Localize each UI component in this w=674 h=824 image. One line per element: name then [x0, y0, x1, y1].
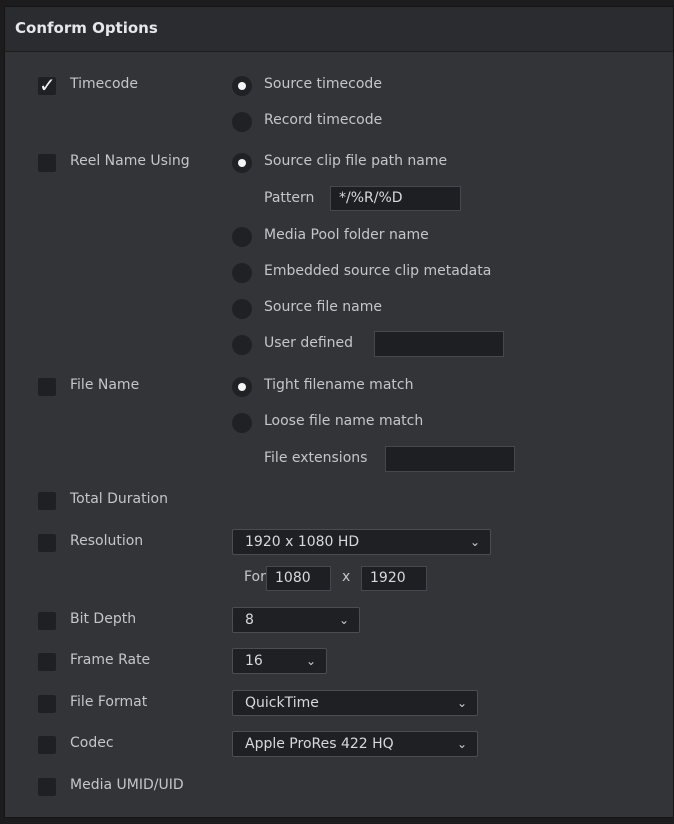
reel-name-checkbox[interactable]: [38, 154, 56, 172]
radio-source-file-name[interactable]: [232, 299, 252, 319]
resolution-checkbox[interactable]: [38, 534, 56, 552]
file-extensions-label: File extensions: [264, 450, 368, 466]
file-name-label: File Name: [70, 377, 140, 393]
resolution-height-input[interactable]: 1080: [266, 566, 331, 591]
timecode-checkbox[interactable]: ✓: [38, 73, 56, 97]
total-duration-checkbox[interactable]: [38, 492, 56, 510]
bit-depth-label: Bit Depth: [70, 611, 137, 627]
checkmark-icon: ✓: [39, 73, 56, 97]
file-format-value: QuickTime: [245, 695, 319, 711]
loose-file-name-match-label: Loose file name match: [264, 413, 424, 429]
chevron-down-icon: ⌄: [469, 535, 480, 549]
radio-source-timecode[interactable]: [232, 76, 252, 96]
radio-media-pool-folder[interactable]: [232, 227, 252, 247]
embedded-metadata-label: Embedded source clip metadata: [264, 263, 492, 279]
bit-depth-dropdown[interactable]: 8 ⌄: [232, 607, 360, 633]
resolution-dropdown[interactable]: 1920 x 1080 HD ⌄: [232, 529, 491, 555]
reel-name-label: Reel Name Using: [70, 153, 190, 169]
source-timecode-label: Source timecode: [264, 76, 382, 92]
chevron-down-icon: ⌄: [338, 613, 349, 627]
frame-rate-label: Frame Rate: [70, 652, 151, 668]
tight-filename-match-label: Tight filename match: [264, 377, 414, 393]
media-umid-label: Media UMID/UID: [70, 777, 184, 793]
file-format-checkbox[interactable]: [38, 695, 56, 713]
frame-rate-checkbox[interactable]: [38, 653, 56, 671]
radio-tight-filename-match[interactable]: [232, 377, 252, 397]
resolution-label: Resolution: [70, 533, 144, 549]
timecode-label: Timecode: [70, 76, 139, 92]
radio-record-timecode[interactable]: [232, 112, 252, 132]
bit-depth-value: 8: [245, 612, 254, 628]
radio-source-clip-file-path[interactable]: [232, 153, 252, 173]
total-duration-label: Total Duration: [70, 491, 168, 507]
media-umid-checkbox[interactable]: [38, 778, 56, 796]
panel-header: Conform Options: [5, 7, 673, 52]
radio-embedded-metadata[interactable]: [232, 263, 252, 283]
record-timecode-label: Record timecode: [264, 112, 383, 128]
file-name-checkbox[interactable]: [38, 378, 56, 396]
codec-value: Apple ProRes 422 HQ: [245, 736, 394, 752]
for-label: For: [244, 569, 266, 585]
radio-loose-file-name-match[interactable]: [232, 413, 252, 433]
user-defined-input[interactable]: [374, 331, 504, 357]
radio-user-defined[interactable]: [232, 335, 252, 355]
source-clip-file-path-label: Source clip file path name: [264, 153, 448, 169]
user-defined-label: User defined: [264, 335, 354, 351]
file-format-dropdown[interactable]: QuickTime ⌄: [232, 690, 478, 716]
file-extensions-input[interactable]: [385, 446, 515, 472]
frame-rate-value: 16: [245, 653, 263, 669]
chevron-down-icon: ⌄: [456, 696, 467, 710]
chevron-down-icon: ⌄: [305, 654, 316, 668]
pattern-label: Pattern: [264, 190, 315, 206]
chevron-down-icon: ⌄: [456, 737, 467, 751]
codec-label: Codec: [70, 735, 114, 751]
bit-depth-checkbox[interactable]: [38, 612, 56, 630]
resolution-width-input[interactable]: 1920: [361, 566, 427, 591]
source-file-name-label: Source file name: [264, 299, 383, 315]
times-label: x: [342, 569, 351, 585]
media-pool-folder-label: Media Pool folder name: [264, 227, 429, 243]
frame-rate-dropdown[interactable]: 16 ⌄: [232, 648, 327, 674]
resolution-value: 1920 x 1080 HD: [245, 534, 360, 550]
codec-dropdown[interactable]: Apple ProRes 422 HQ ⌄: [232, 731, 478, 757]
pattern-input[interactable]: */%R/%D: [330, 186, 461, 211]
panel-title: Conform Options: [15, 19, 158, 37]
file-format-label: File Format: [70, 694, 148, 710]
codec-checkbox[interactable]: [38, 736, 56, 754]
